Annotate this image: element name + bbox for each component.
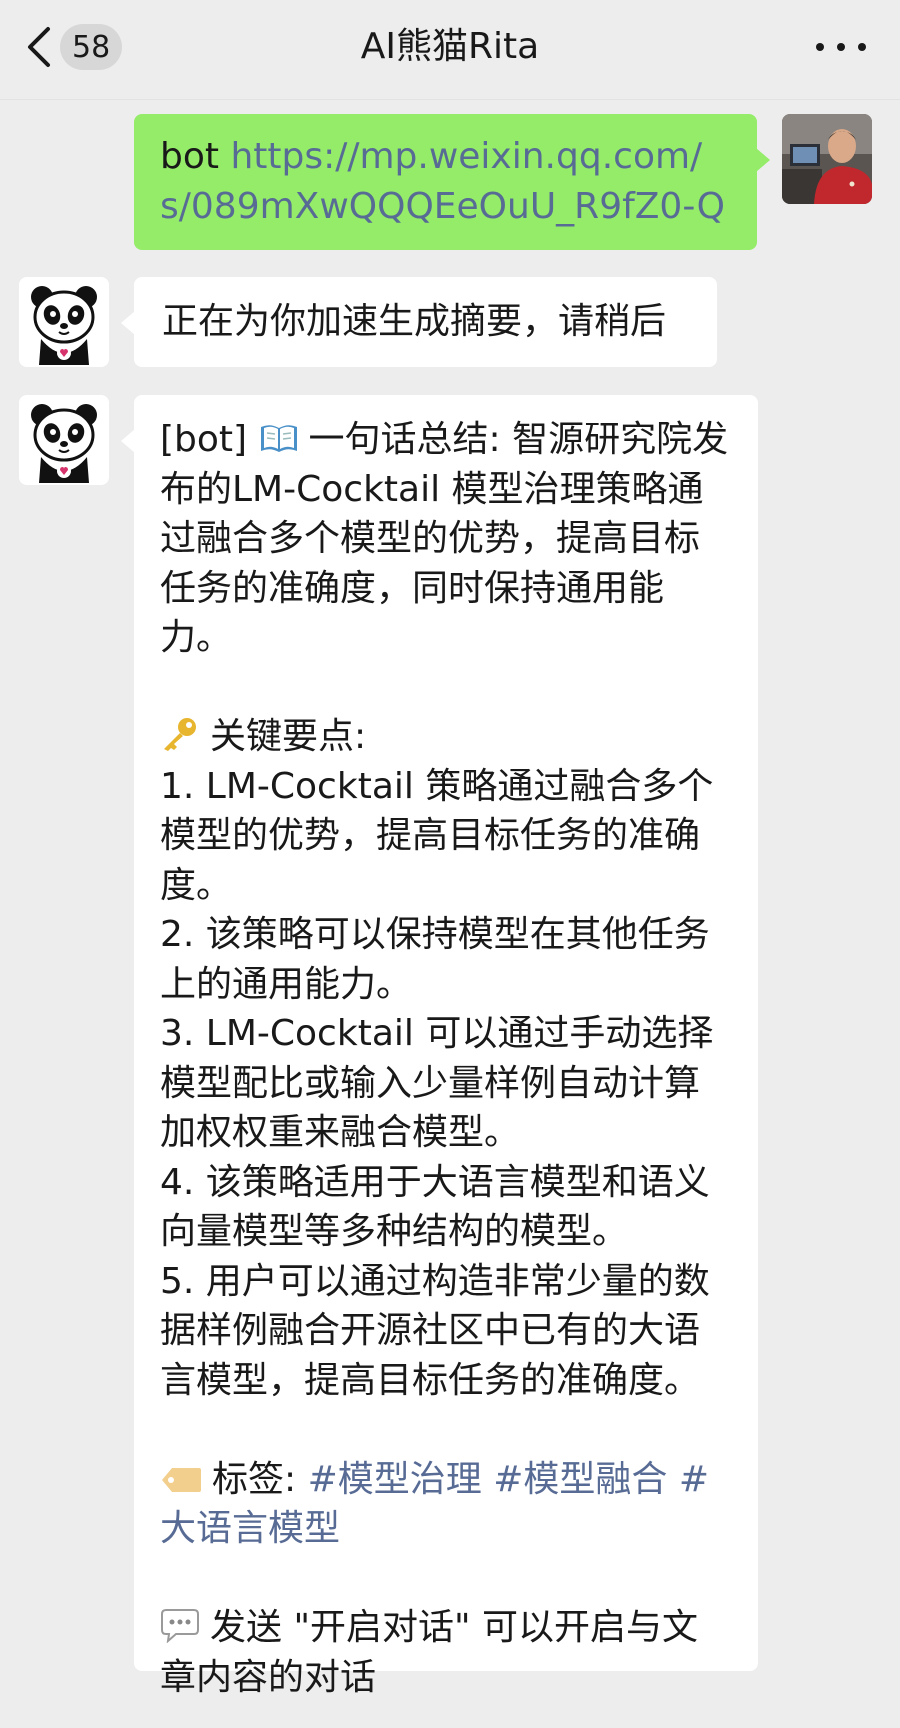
keypoints-heading-line: 关键要点:: [160, 712, 732, 762]
sent-message-prefix: bot: [160, 136, 231, 177]
tags-line: 标签: #模型治理 #模型融合 #大语言模型: [160, 1455, 732, 1554]
chat-header: 58 AI熊猫Rita: [0, 0, 900, 100]
tags-label: 标签:: [212, 1458, 297, 1500]
footer-line: 发送 "开启对话" 可以开启与文章内容的对话: [160, 1603, 732, 1702]
keypoint-item: 3. LM-Cocktail 可以通过手动选择模型配比或输入少量样例自动计算加权…: [160, 1013, 714, 1153]
hashtag-link[interactable]: #模型治理: [308, 1459, 482, 1500]
bot-prefix: [bot]: [160, 419, 248, 460]
keypoints-heading: 关键要点:: [210, 716, 367, 757]
sent-message-bubble[interactable]: bot https://mp.weixin.qq.com/s/089mXwQQQ…: [134, 114, 770, 250]
key-icon: [164, 718, 196, 751]
footer-text: 发送 "开启对话" 可以开启与文章内容的对话: [160, 1607, 699, 1698]
speech-bubble-icon: [161, 1609, 199, 1643]
more-dot: [837, 43, 845, 51]
bot-avatar[interactable]: [19, 277, 109, 367]
panda-avatar-icon: [19, 395, 109, 485]
hashtag-link[interactable]: #模型融合: [493, 1459, 667, 1500]
label-tag-icon: [162, 1467, 201, 1492]
more-dot: [858, 43, 866, 51]
more-options-button[interactable]: [816, 32, 866, 62]
summary-message-bubble[interactable]: [bot] 一句话总结: 智源研究院发布的LM-Cocktail 模型治理策略通…: [121, 395, 758, 1698]
open-book-icon: [260, 425, 297, 452]
summary-line: [bot] 一句话总结: 智源研究院发布的LM-Cocktail 模型治理策略通…: [160, 415, 732, 663]
keypoint-item: 2. 该策略可以保持模型在其他任务上的通用能力。: [160, 914, 710, 1005]
article-link[interactable]: https://mp.weixin.qq.com/s/089mXwQQQEeOu…: [160, 136, 725, 227]
chat-title: AI熊猫Rita: [360, 26, 540, 67]
bot-avatar[interactable]: [19, 395, 109, 485]
status-message-text: 正在为你加速生成摘要，请稍后: [162, 301, 667, 342]
keypoint-item: 5. 用户可以通过构造非常少量的数据样例融合开源社区中已有的大语言模型，提高目标…: [160, 1260, 710, 1401]
user-avatar[interactable]: [782, 114, 872, 204]
keypoint-item: 4. 该策略适用于大语言模型和语义向量模型等多种结构的模型。: [160, 1161, 710, 1253]
status-message-bubble[interactable]: 正在为你加速生成摘要，请稍后: [121, 277, 717, 367]
panda-avatar-icon: [19, 277, 109, 367]
more-dots-icon: [816, 43, 824, 51]
user-photo-icon: [782, 114, 872, 204]
keypoint-item: 1. LM-Cocktail 策略通过融合多个模型的优势，提高目标任务的准确度。: [160, 765, 714, 906]
